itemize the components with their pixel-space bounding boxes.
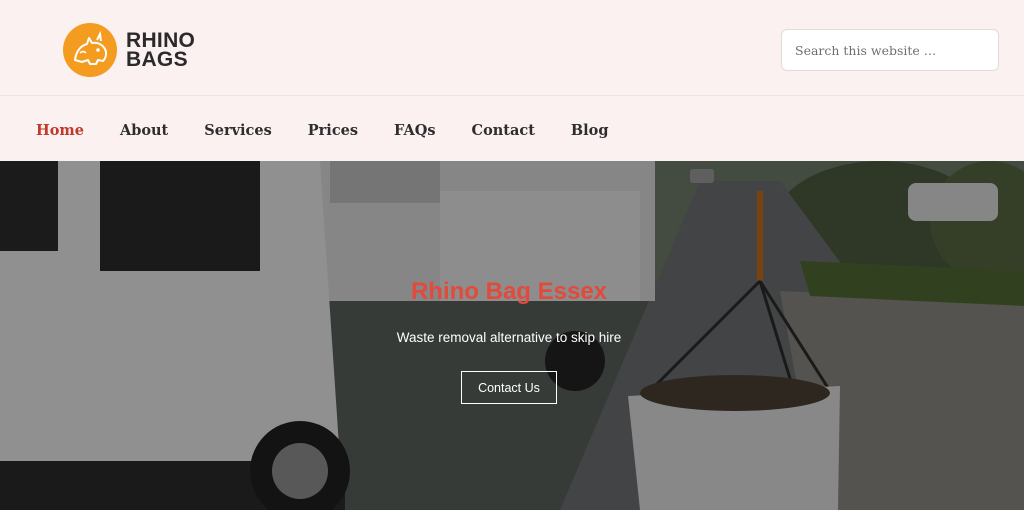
site-header: RHINO BAGS [0,0,1024,96]
nav-item-contact[interactable]: Contact [472,122,535,139]
nav-item-home[interactable]: Home [36,122,84,139]
hero-subtitle: Waste removal alternative to skip hire [396,330,622,345]
rhino-logo-icon [63,23,117,77]
search-input[interactable] [781,29,999,71]
hero-title: Rhino Bag Essex [410,278,608,305]
nav-item-services[interactable]: Services [204,122,272,139]
nav-item-faqs[interactable]: FAQs [394,122,436,139]
nav-item-prices[interactable]: Prices [308,122,358,139]
main-navigation: Home About Services Prices FAQs Contact … [0,97,1024,161]
site-logo[interactable]: RHINO BAGS [62,22,195,78]
nav-item-about[interactable]: About [120,122,168,139]
nav-list: Home About Services Prices FAQs Contact … [0,97,1024,161]
hero-banner: Rhino Bag Essex Waste removal alternativ… [0,161,1024,510]
logo-wordmark: RHINO BAGS [126,30,195,71]
logo-line-2: BAGS [126,48,188,71]
nav-item-blog[interactable]: Blog [571,122,609,139]
contact-us-button[interactable]: Contact Us [461,371,557,404]
